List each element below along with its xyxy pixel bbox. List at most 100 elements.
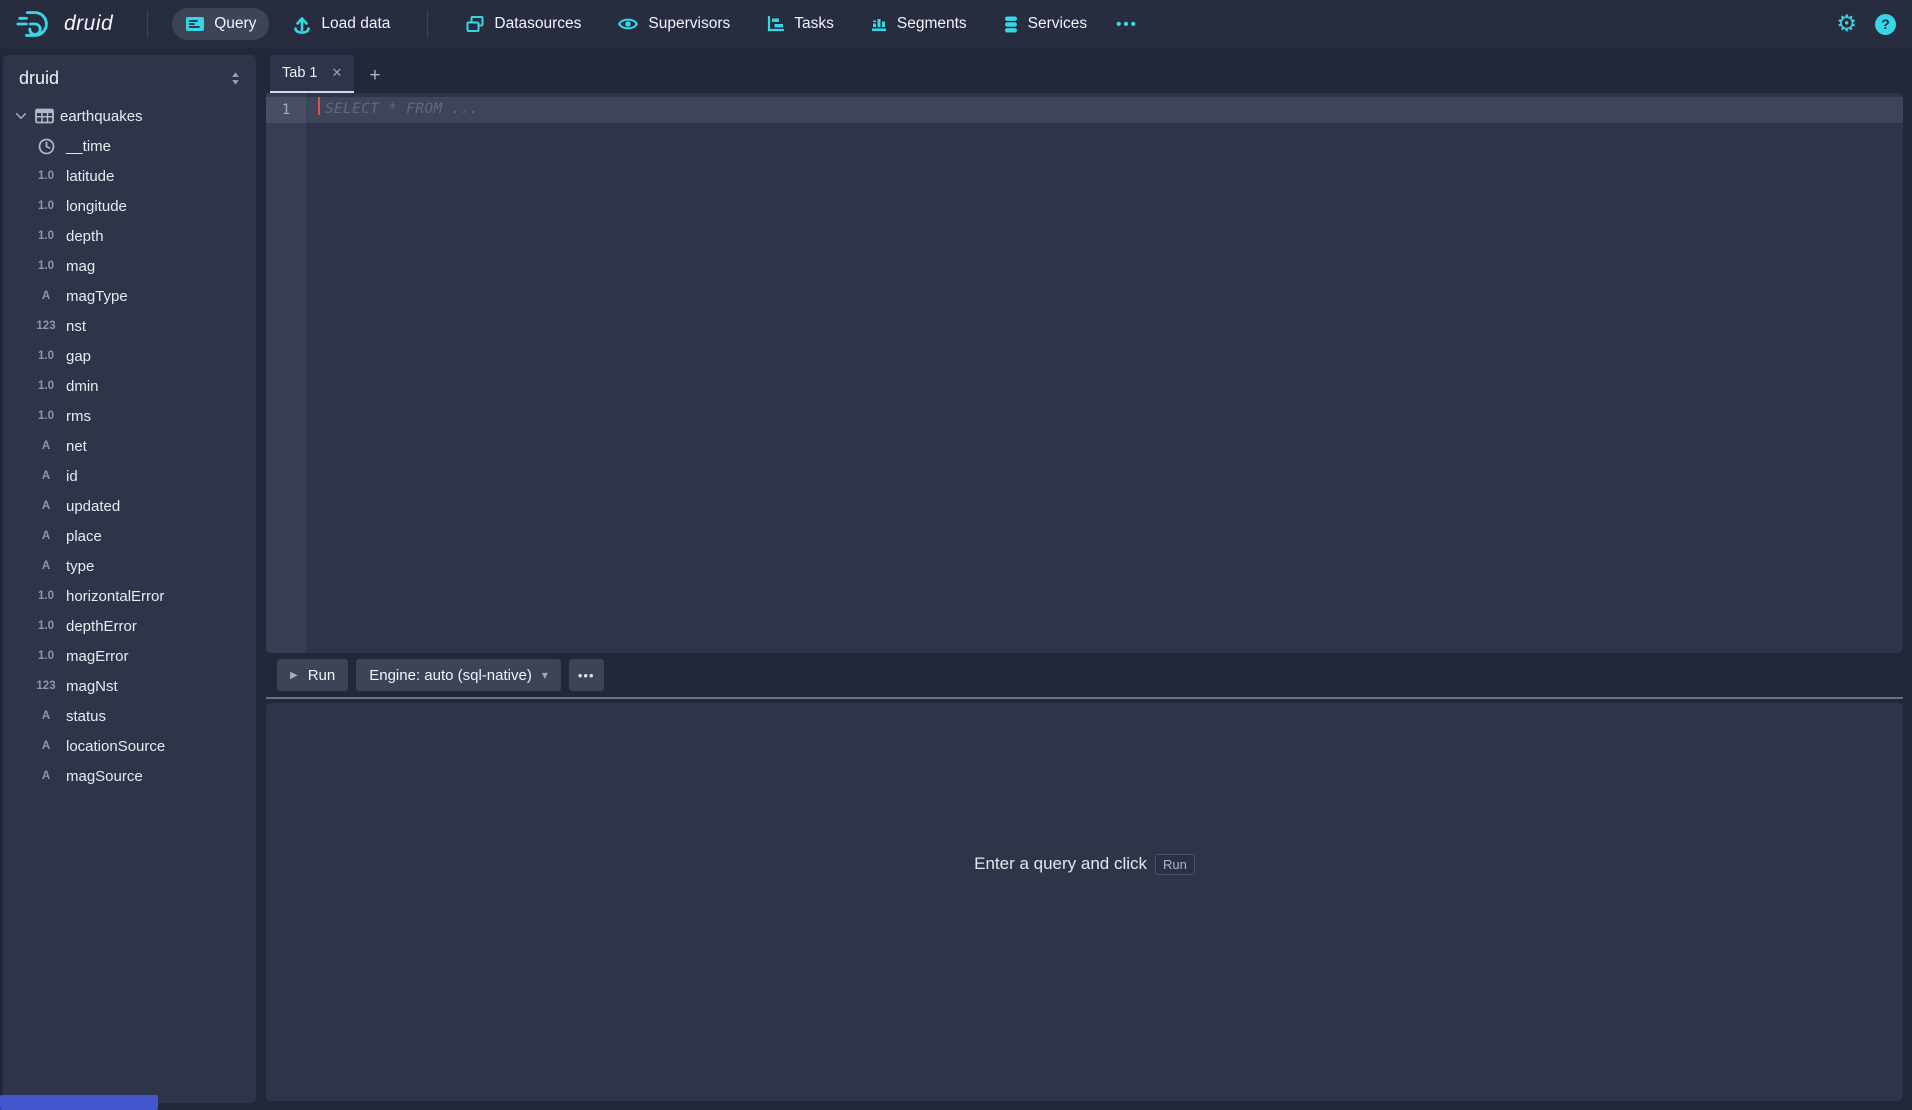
double-caret-vertical-icon[interactable]: [229, 70, 242, 87]
column-name: nst: [66, 318, 86, 335]
add-tab-icon[interactable]: +: [369, 66, 380, 85]
float-type-icon: 1.0: [33, 170, 59, 182]
column-item[interactable]: 123 magNst: [3, 671, 256, 701]
column-name: place: [66, 528, 102, 545]
nav-item-query[interactable]: Query: [172, 8, 269, 40]
caret-down-icon: ▾: [542, 668, 548, 682]
column-item[interactable]: 1.0 depthError: [3, 611, 256, 641]
help-icon[interactable]: ?: [1875, 14, 1896, 35]
editor-active-line: 1: [266, 97, 1903, 123]
tab-label: Tab 1: [282, 65, 317, 81]
column-item[interactable]: 1.0 dmin: [3, 371, 256, 401]
column-name: locationSource: [66, 738, 165, 755]
column-name: __time: [66, 138, 111, 155]
column-item[interactable]: A type: [3, 551, 256, 581]
druid-logo-icon: [16, 8, 54, 40]
eye-icon: [617, 16, 639, 32]
gantt-icon: [766, 15, 785, 33]
nav-label-datasources: Datasources: [494, 15, 581, 33]
chevron-down-icon[interactable]: [13, 109, 29, 123]
druid-logo[interactable]: druid: [16, 8, 113, 40]
column-item[interactable]: A id: [3, 461, 256, 491]
column-item[interactable]: 1.0 latitude: [3, 161, 256, 191]
column-item[interactable]: 1.0 magError: [3, 641, 256, 671]
table-name: earthquakes: [60, 108, 143, 125]
string-type-icon: A: [33, 740, 59, 752]
navbar-divider: [147, 11, 148, 37]
column-name: mag: [66, 258, 95, 275]
string-type-icon: A: [33, 500, 59, 512]
nav-label-services: Services: [1028, 15, 1087, 33]
table-icon: [35, 108, 54, 124]
query-console-icon: [185, 16, 205, 32]
table-item-earthquakes[interactable]: earthquakes: [3, 101, 256, 131]
column-item[interactable]: 123 nst: [3, 311, 256, 341]
column-name: gap: [66, 348, 91, 365]
nav-item-tasks[interactable]: Tasks: [753, 8, 847, 40]
more-menu-icon[interactable]: •••: [1110, 9, 1144, 40]
number-type-icon: 123: [33, 320, 59, 332]
database-icon: [1003, 15, 1019, 34]
column-name: status: [66, 708, 106, 725]
column-item[interactable]: A place: [3, 521, 256, 551]
column-name: magNst: [66, 678, 118, 695]
string-type-icon: A: [33, 530, 59, 542]
gear-icon[interactable]: ⚙: [1836, 13, 1857, 36]
float-type-icon: 1.0: [33, 380, 59, 392]
column-item[interactable]: A updated: [3, 491, 256, 521]
editor-gutter: [266, 93, 306, 653]
float-type-icon: 1.0: [33, 350, 59, 362]
column-item[interactable]: A magSource: [3, 761, 256, 791]
nav-item-datasources[interactable]: Datasources: [452, 8, 594, 40]
run-button[interactable]: ▶ Run: [277, 659, 348, 691]
more-options-button[interactable]: •••: [569, 659, 604, 691]
column-item[interactable]: 1.0 rms: [3, 401, 256, 431]
column-item[interactable]: 1.0 horizontalError: [3, 581, 256, 611]
schema-sidebar: druid earthquakes: [3, 55, 256, 1103]
schema-name: druid: [19, 68, 59, 89]
column-name: net: [66, 438, 87, 455]
column-item[interactable]: A status: [3, 701, 256, 731]
nav-label-supervisors: Supervisors: [648, 15, 730, 33]
string-type-icon: A: [33, 440, 59, 452]
column-item[interactable]: A net: [3, 431, 256, 461]
column-item[interactable]: A magType: [3, 281, 256, 311]
engine-dropdown[interactable]: Engine: auto (sql-native) ▾: [356, 659, 561, 691]
column-item[interactable]: 1.0 mag: [3, 251, 256, 281]
tab-strip: Tab 1 ✕ +: [266, 55, 1903, 93]
number-type-icon: 123: [33, 680, 59, 692]
column-name: updated: [66, 498, 120, 515]
column-name: longitude: [66, 198, 127, 215]
nav-item-load-data[interactable]: Load data: [279, 8, 403, 41]
column-name: id: [66, 468, 78, 485]
run-button-label: Run: [308, 667, 336, 684]
column-item[interactable]: 1.0 depth: [3, 221, 256, 251]
nav-item-services[interactable]: Services: [990, 8, 1100, 41]
nav-label-segments: Segments: [897, 15, 967, 33]
message-text: Enter a query and click: [974, 854, 1147, 874]
run-controls: ▶ Run Engine: auto (sql-native) ▾ •••: [266, 653, 1903, 697]
string-type-icon: A: [33, 770, 59, 782]
string-type-icon: A: [33, 560, 59, 572]
column-item[interactable]: A locationSource: [3, 731, 256, 761]
nav-item-segments[interactable]: Segments: [857, 8, 980, 40]
nav-label-query: Query: [214, 15, 256, 33]
sql-editor[interactable]: 1 SELECT * FROM ...: [266, 93, 1903, 653]
tab-1[interactable]: Tab 1 ✕: [270, 55, 354, 93]
string-type-icon: A: [33, 710, 59, 722]
nav-label-tasks: Tasks: [794, 15, 834, 33]
nav-item-supervisors[interactable]: Supervisors: [604, 8, 743, 40]
column-name: horizontalError: [66, 588, 164, 605]
engine-label: Engine: auto (sql-native): [369, 667, 532, 684]
horizontal-scrollbar-thumb[interactable]: [0, 1095, 158, 1110]
column-item[interactable]: 1.0 gap: [3, 341, 256, 371]
column-item[interactable]: 1.0 longitude: [3, 191, 256, 221]
column-name: magSource: [66, 768, 143, 785]
column-name: magType: [66, 288, 128, 305]
close-icon[interactable]: ✕: [331, 65, 342, 81]
column-name: dmin: [66, 378, 99, 395]
column-item[interactable]: __time: [3, 131, 256, 161]
float-type-icon: 1.0: [33, 650, 59, 662]
column-name: depth: [66, 228, 104, 245]
panel-divider[interactable]: [266, 697, 1903, 699]
